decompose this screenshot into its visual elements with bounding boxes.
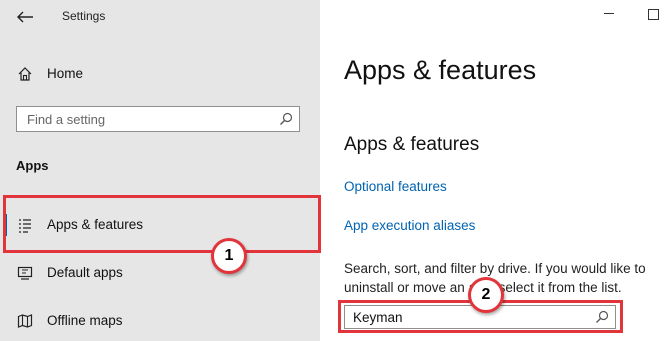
search-placeholder: Find a setting [27,112,106,127]
optional-features-link[interactable]: Optional features [344,179,447,194]
default-apps-icon [17,266,33,280]
sidebar-item-label: Apps & features [47,217,144,232]
section-label-apps: Apps [16,158,49,173]
search-icon [596,310,609,323]
sidebar-item-label: Home [47,66,84,81]
sidebar-item-apps-features[interactable]: Apps & features [0,205,320,245]
search-icon [280,112,293,125]
home-icon [18,67,32,81]
sidebar-item-offline-maps[interactable]: Offline maps [0,301,320,341]
apps-features-icon [19,219,31,233]
page-title: Apps & features [344,55,537,85]
find-setting-input[interactable]: Find a setting [16,106,300,132]
app-execution-aliases-link[interactable]: App execution aliases [344,218,475,233]
back-arrow-icon[interactable] [14,8,36,26]
app-search-value: Keyman [353,310,403,325]
minimize-icon[interactable] [604,13,614,14]
sidebar-item-default-apps[interactable]: Default apps [0,253,320,293]
sidebar-item-home[interactable]: Home [0,54,320,94]
section-title: Apps & features [344,134,480,155]
step-badge-1: 1 [211,238,247,274]
maximize-icon[interactable] [648,9,659,20]
sidebar-item-label: Offline maps [47,313,123,328]
sidebar: Settings Home Find a setting Apps Apps &… [0,0,320,341]
sidebar-item-label: Default apps [47,265,123,280]
window-title: Settings [62,9,106,23]
step-badge-2: 2 [468,277,504,313]
offline-maps-icon [17,314,33,328]
